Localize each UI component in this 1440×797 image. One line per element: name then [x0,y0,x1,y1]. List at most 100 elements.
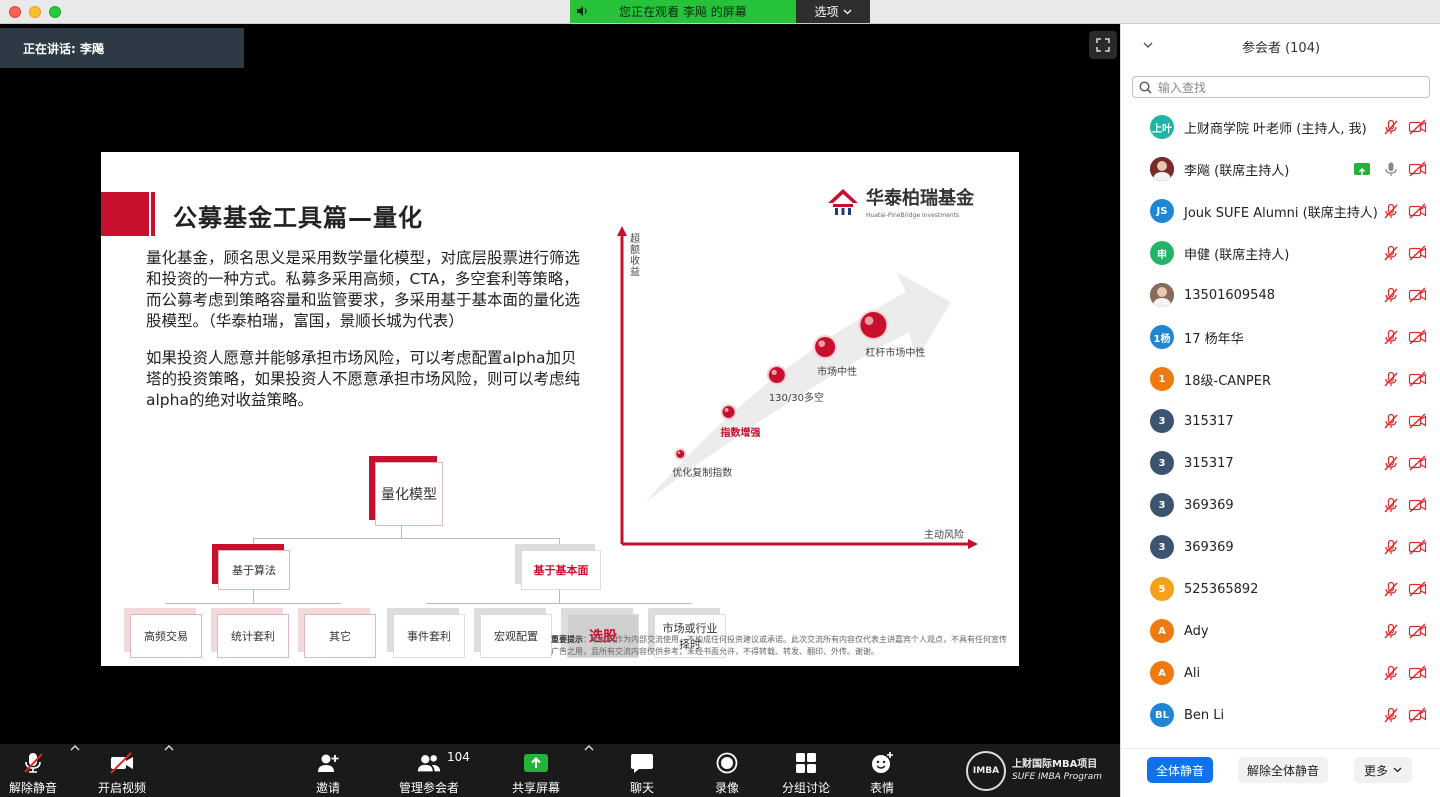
participant-row[interactable]: 3 315317 [1121,400,1440,442]
start-video-label: 开启视频 [97,781,146,795]
chat-button[interactable]: 聊天 [624,744,660,797]
video-off-icon [109,750,135,776]
microphone-muted-icon[interactable] [1383,119,1399,135]
minimize-window-button[interactable] [29,6,41,18]
microphone-muted-icon[interactable] [1383,539,1399,555]
more-label: 更多 [1363,763,1388,778]
video-off-icon[interactable] [1408,161,1428,177]
tree-connector [253,538,254,550]
microphone-muted-icon[interactable] [1383,287,1399,303]
microphone-muted-icon[interactable] [1383,329,1399,345]
participant-row[interactable]: JS Jouk SUFE Alumni (联席主持人) [1121,190,1440,232]
more-button[interactable]: 更多 [1354,757,1412,783]
video-options-caret[interactable] [162,744,176,751]
participant-row[interactable]: 申申健 (联席主持人) [1121,232,1440,274]
chart-point-highlight [677,451,681,454]
microphone-icon[interactable] [1383,161,1399,177]
maximize-window-button[interactable] [49,6,61,18]
video-off-icon[interactable] [1408,623,1428,639]
video-off-icon[interactable] [1408,203,1428,219]
close-window-button[interactable] [9,6,21,18]
microphone-muted-icon[interactable] [1383,245,1399,261]
video-off-icon[interactable] [1408,287,1428,303]
video-off-icon[interactable] [1408,497,1428,513]
tree-connector [559,590,560,603]
participant-row[interactable]: 3 369369 [1121,484,1440,526]
video-off-icon[interactable] [1408,707,1428,723]
microphone-muted-icon[interactable] [1383,455,1399,471]
screen-share-indicator: 您正在观看 李飚 的屏幕 选项 [570,0,870,23]
fullscreen-button[interactable] [1089,31,1117,59]
participant-search-input[interactable]: 输入查找 [1132,76,1430,98]
video-off-icon[interactable] [1408,455,1428,471]
breakout-grid-icon [793,750,819,776]
participant-row[interactable]: 李飚 (联席主持人) [1121,148,1440,190]
participant-row[interactable]: 3 315317 [1121,442,1440,484]
smiley-plus-icon [869,750,895,776]
unmute-all-button[interactable]: 解除全体静音 [1238,757,1328,783]
participant-row[interactable]: 上叶 上财商学院 叶老师 (主持人, 我) [1121,106,1440,148]
video-off-icon[interactable] [1408,245,1428,261]
avatar: 申 [1150,241,1174,265]
participant-row[interactable]: A Ady [1121,610,1440,652]
avatar: 3 [1150,535,1174,559]
microphone-muted-icon[interactable] [1383,581,1399,597]
participants-panel: 参会者 (104) 输入查找 上叶 上财商学院 叶老师 (主持人, 我) 李飚 (联… [1120,24,1440,797]
tree-connector [253,590,254,603]
participant-row[interactable]: 5 525365892 [1121,568,1440,610]
tree-leaf-hft: 高频交易 [130,614,202,658]
search-icon [1139,80,1152,94]
participant-row[interactable]: 3 369369 [1121,526,1440,568]
record-button[interactable]: 录像 [709,744,745,797]
fullscreen-icon [1096,38,1110,52]
participant-row[interactable]: A Ali [1121,652,1440,694]
audio-options-caret[interactable] [68,744,82,751]
chart-point [722,406,735,418]
breakout-rooms-button[interactable]: 分组讨论 [780,744,832,797]
microphone-muted-icon[interactable] [1383,413,1399,429]
video-off-icon[interactable] [1408,539,1428,555]
chart-point [768,367,785,383]
shared-slide: 公募基金工具篇—量化 华泰柏瑞基金 Huatai-PineBridge Inve… [101,152,1019,666]
participant-row[interactable]: BL Ben Li [1121,694,1440,736]
video-off-icon[interactable] [1408,329,1428,345]
microphone-muted-icon[interactable] [1383,623,1399,639]
microphone-muted-icon[interactable] [1383,497,1399,513]
share-screen-button[interactable]: 共享屏幕 [506,744,566,797]
microphone-muted-icon[interactable] [1383,371,1399,387]
video-off-icon[interactable] [1408,119,1428,135]
chart-point-highlight [818,340,826,347]
video-off-icon[interactable] [1408,413,1428,429]
huatai-logo: 华泰柏瑞基金 Huatai-PineBridge Investments [826,184,974,219]
logo-english-name: Huatai-PineBridge Investments [866,212,960,219]
video-off-icon[interactable] [1408,581,1428,597]
chevron-up-icon [70,745,80,751]
microphone-muted-icon[interactable] [1383,665,1399,681]
start-video-button[interactable]: 开启视频 [94,744,150,797]
y-axis-label-char: 益 [630,265,640,278]
quant-strategy-chart: 主动风险 超额收益优化复制指数 指数增强 130/30多空 市场中性杠杆市场中性 [617,226,978,549]
record-label: 录像 [714,781,739,795]
view-options-button[interactable]: 选项 [796,0,870,23]
participant-row[interactable]: 1杨 17 杨年华 [1121,316,1440,358]
chart-point-label: 130/30多空 [769,391,824,404]
share-options-caret[interactable] [582,744,596,751]
participant-row[interactable]: 13501609548 [1121,274,1440,316]
microphone-muted-icon[interactable] [1383,707,1399,723]
video-off-icon[interactable] [1408,665,1428,681]
unmute-button[interactable]: 解除静音 [6,744,60,797]
avatar: 5 [1150,577,1174,601]
mute-all-button[interactable]: 全体静音 [1147,757,1213,783]
speaker-icon [576,6,588,19]
participant-name: Ben Li [1184,707,1225,723]
breakout-label: 分组讨论 [781,781,830,795]
video-off-icon[interactable] [1408,371,1428,387]
participant-row[interactable]: 1 18级-CANPER [1121,358,1440,400]
reactions-button[interactable]: 表情 [864,744,900,797]
microphone-muted-icon[interactable] [1383,203,1399,219]
collapse-panel-button[interactable] [1143,38,1153,52]
avatar: JS [1150,199,1174,223]
invite-button[interactable]: 邀请 [308,744,348,797]
participant-name: Ali [1184,665,1201,681]
avatar: 3 [1150,451,1174,475]
